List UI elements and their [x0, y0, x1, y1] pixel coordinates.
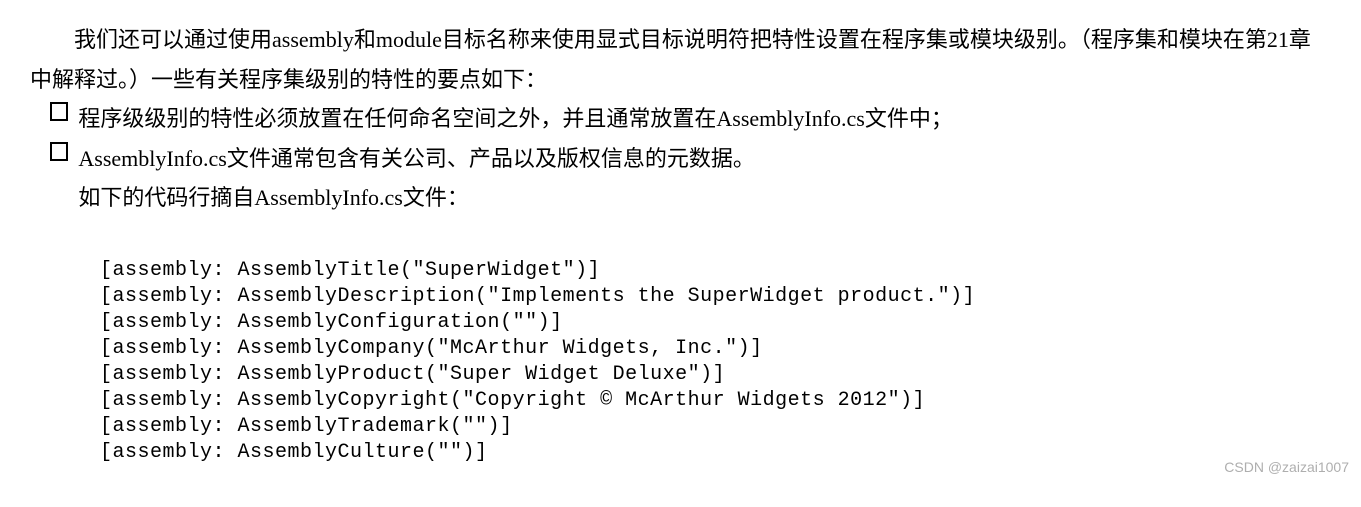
code-line: [assembly: AssemblyTrademark("")]: [100, 415, 513, 438]
bullet-item-2: AssemblyInfo.cs文件通常包含有关公司、产品以及版权信息的元数据。: [78, 139, 1331, 179]
code-line: [assembly: AssemblyTitle("SuperWidget")]: [100, 259, 600, 282]
bullet-text: AssemblyInfo.cs文件通常包含有关公司、产品以及版权信息的元数据。: [78, 146, 754, 171]
code-line: [assembly: AssemblyCopyright("Copyright …: [100, 389, 925, 412]
bullet-item-1: 程序级级别的特性必须放置在任何命名空间之外，并且通常放置在AssemblyInf…: [78, 99, 1331, 139]
code-line: [assembly: AssemblyConfiguration("")]: [100, 311, 563, 334]
square-bullet-icon: [50, 102, 69, 121]
square-bullet-icon: [50, 142, 69, 161]
intro-paragraph: 我们还可以通过使用assembly和module目标名称来使用显式目标说明符把特…: [30, 20, 1331, 99]
code-line: [assembly: AssemblyProduct("Super Widget…: [100, 363, 725, 386]
code-intro-paragraph: 如下的代码行摘自AssemblyInfo.cs文件：: [30, 178, 1331, 218]
bullet-text: 程序级级别的特性必须放置在任何命名空间之外，并且通常放置在AssemblyInf…: [78, 106, 952, 131]
watermark: CSDN @zaizai1007: [1224, 455, 1349, 480]
code-line: [assembly: AssemblyCulture("")]: [100, 441, 488, 464]
bullet-list: 程序级级别的特性必须放置在任何命名空间之外，并且通常放置在AssemblyInf…: [30, 99, 1331, 178]
code-line: [assembly: AssemblyDescription("Implemen…: [100, 285, 975, 308]
code-line: [assembly: AssemblyCompany("McArthur Wid…: [100, 337, 763, 360]
code-block: [assembly: AssemblyTitle("SuperWidget")]…: [30, 232, 1331, 466]
